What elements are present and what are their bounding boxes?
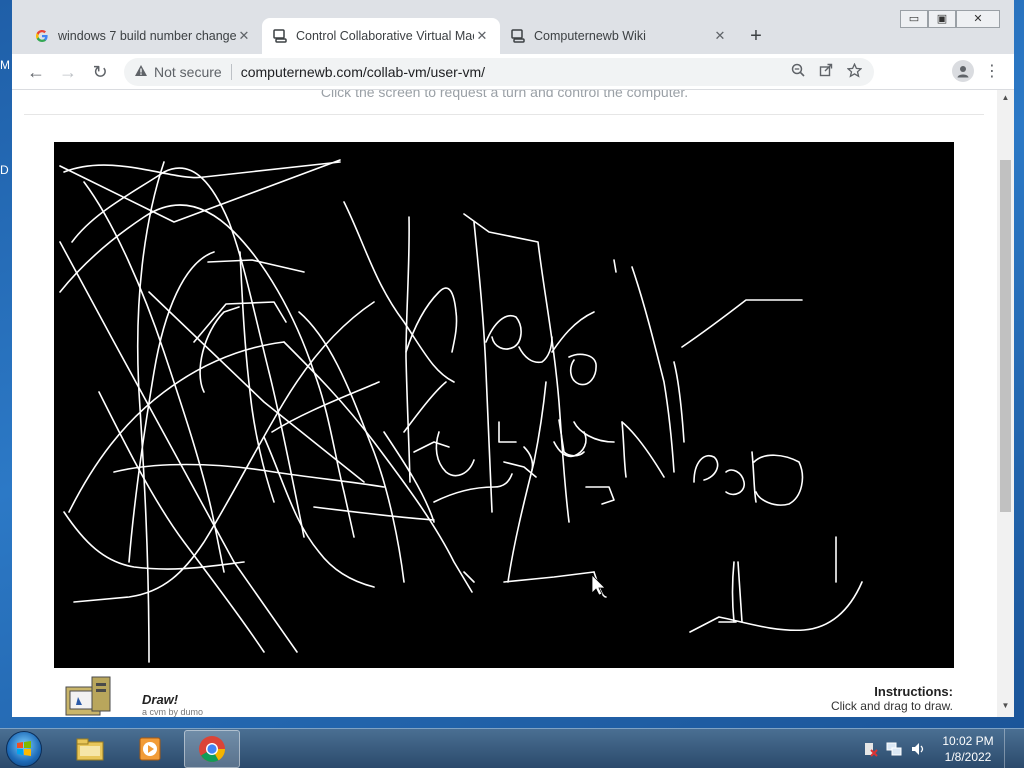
reload-button[interactable]: ↻ — [88, 60, 112, 84]
zoom-icon[interactable] — [791, 63, 805, 81]
close-button[interactable]: ✕ — [956, 10, 1000, 28]
taskbar-media-player[interactable] — [122, 730, 178, 768]
omnibox-actions — [791, 62, 863, 81]
scroll-up-icon[interactable]: ▲ — [997, 90, 1014, 106]
bookmark-star-icon[interactable] — [846, 62, 863, 81]
show-desktop-button[interactable] — [1004, 729, 1016, 768]
start-button[interactable] — [6, 731, 42, 767]
new-tab-button[interactable]: + — [738, 18, 774, 54]
action-center-icon[interactable] — [862, 741, 878, 757]
browser-toolbar: ← → ↻ Not secure computernewb.com/collab… — [12, 54, 1014, 90]
desktop-icon-label[interactable]: D — [0, 163, 9, 177]
instructions-title: Instructions: — [874, 684, 953, 699]
volume-icon[interactable] — [910, 741, 926, 757]
instructions-text: Click and drag to draw. — [830, 699, 953, 713]
warning-icon[interactable] — [134, 64, 148, 80]
computer-icon — [510, 28, 526, 44]
profile-avatar-icon[interactable] — [952, 60, 974, 82]
tab-collab-vm[interactable]: Control Collaborative Virtual Mac ✕ — [262, 18, 500, 54]
divider — [24, 114, 984, 115]
app-title: Draw! — [142, 692, 179, 707]
mouse-cursor-icon — [591, 574, 606, 596]
app-logo-icon — [62, 675, 118, 717]
system-tray: 10:02 PM 1/8/2022 — [862, 729, 1016, 768]
tab-label: windows 7 build number change — [58, 29, 236, 43]
media-player-icon — [139, 737, 161, 761]
address-bar[interactable]: Not secure computernewb.com/collab-vm/us… — [124, 58, 874, 86]
menu-icon[interactable]: ⋮ — [984, 61, 1000, 81]
taskbar-file-explorer[interactable] — [62, 730, 118, 768]
tab-close-icon[interactable]: ✕ — [474, 28, 490, 44]
google-icon — [34, 28, 50, 44]
vm-screen[interactable] — [54, 142, 954, 668]
security-label[interactable]: Not secure — [154, 64, 222, 80]
file-explorer-icon — [76, 738, 104, 761]
drawing-canvas[interactable] — [54, 142, 954, 668]
desktop-icon-label[interactable]: M — [0, 58, 10, 72]
tab-close-icon[interactable]: ✕ — [712, 28, 728, 44]
window-controls: ▭ ▣ ✕ — [900, 10, 1000, 28]
share-icon[interactable] — [819, 63, 833, 81]
clock-time: 10:02 PM — [942, 734, 994, 748]
toolbar-right: ⋮ — [952, 60, 1000, 82]
system-clock[interactable]: 10:02 PM 1/8/2022 — [940, 733, 996, 765]
minimize-button[interactable]: ▭ — [900, 10, 928, 28]
omnibox-divider — [230, 64, 232, 80]
taskbar: 10:02 PM 1/8/2022 — [0, 728, 1024, 768]
request-turn-hint: Click the screen to request a turn and c… — [320, 90, 689, 100]
windows-logo-icon — [17, 741, 31, 756]
tab-label: Computernewb Wiki — [534, 29, 646, 43]
page-scrollbar[interactable]: ▲ ▼ — [997, 90, 1014, 717]
tab-windows-build[interactable]: windows 7 build number change ✕ — [24, 18, 262, 54]
taskbar-chrome[interactable] — [184, 730, 240, 768]
scroll-thumb[interactable] — [1000, 160, 1011, 512]
app-subtitle: a cvm by dumo — [142, 707, 204, 717]
restore-button[interactable]: ▣ — [928, 10, 956, 28]
tab-label: Control Collaborative Virtual Mac — [296, 29, 474, 43]
scroll-down-icon[interactable]: ▼ — [997, 698, 1014, 714]
computer-icon — [272, 28, 288, 44]
clock-date: 1/8/2022 — [944, 750, 992, 764]
forward-button[interactable]: → — [56, 60, 80, 84]
back-button[interactable]: ← — [24, 60, 48, 84]
title-bar: ▭ ▣ ✕ windows 7 build number change ✕ Co… — [12, 0, 1014, 54]
page-viewport: Click the screen to request a turn and c… — [12, 90, 997, 717]
network-icon[interactable] — [886, 741, 902, 757]
chrome-icon — [199, 736, 226, 762]
tab-computernewb-wiki[interactable]: Computernewb Wiki ✕ — [500, 18, 738, 54]
browser-window: ▭ ▣ ✕ windows 7 build number change ✕ Co… — [12, 0, 1014, 717]
tab-strip: windows 7 build number change ✕ Control … — [24, 18, 774, 54]
url-text[interactable]: computernewb.com/collab-vm/user-vm/ — [241, 64, 485, 80]
tab-close-icon[interactable]: ✕ — [236, 28, 252, 44]
